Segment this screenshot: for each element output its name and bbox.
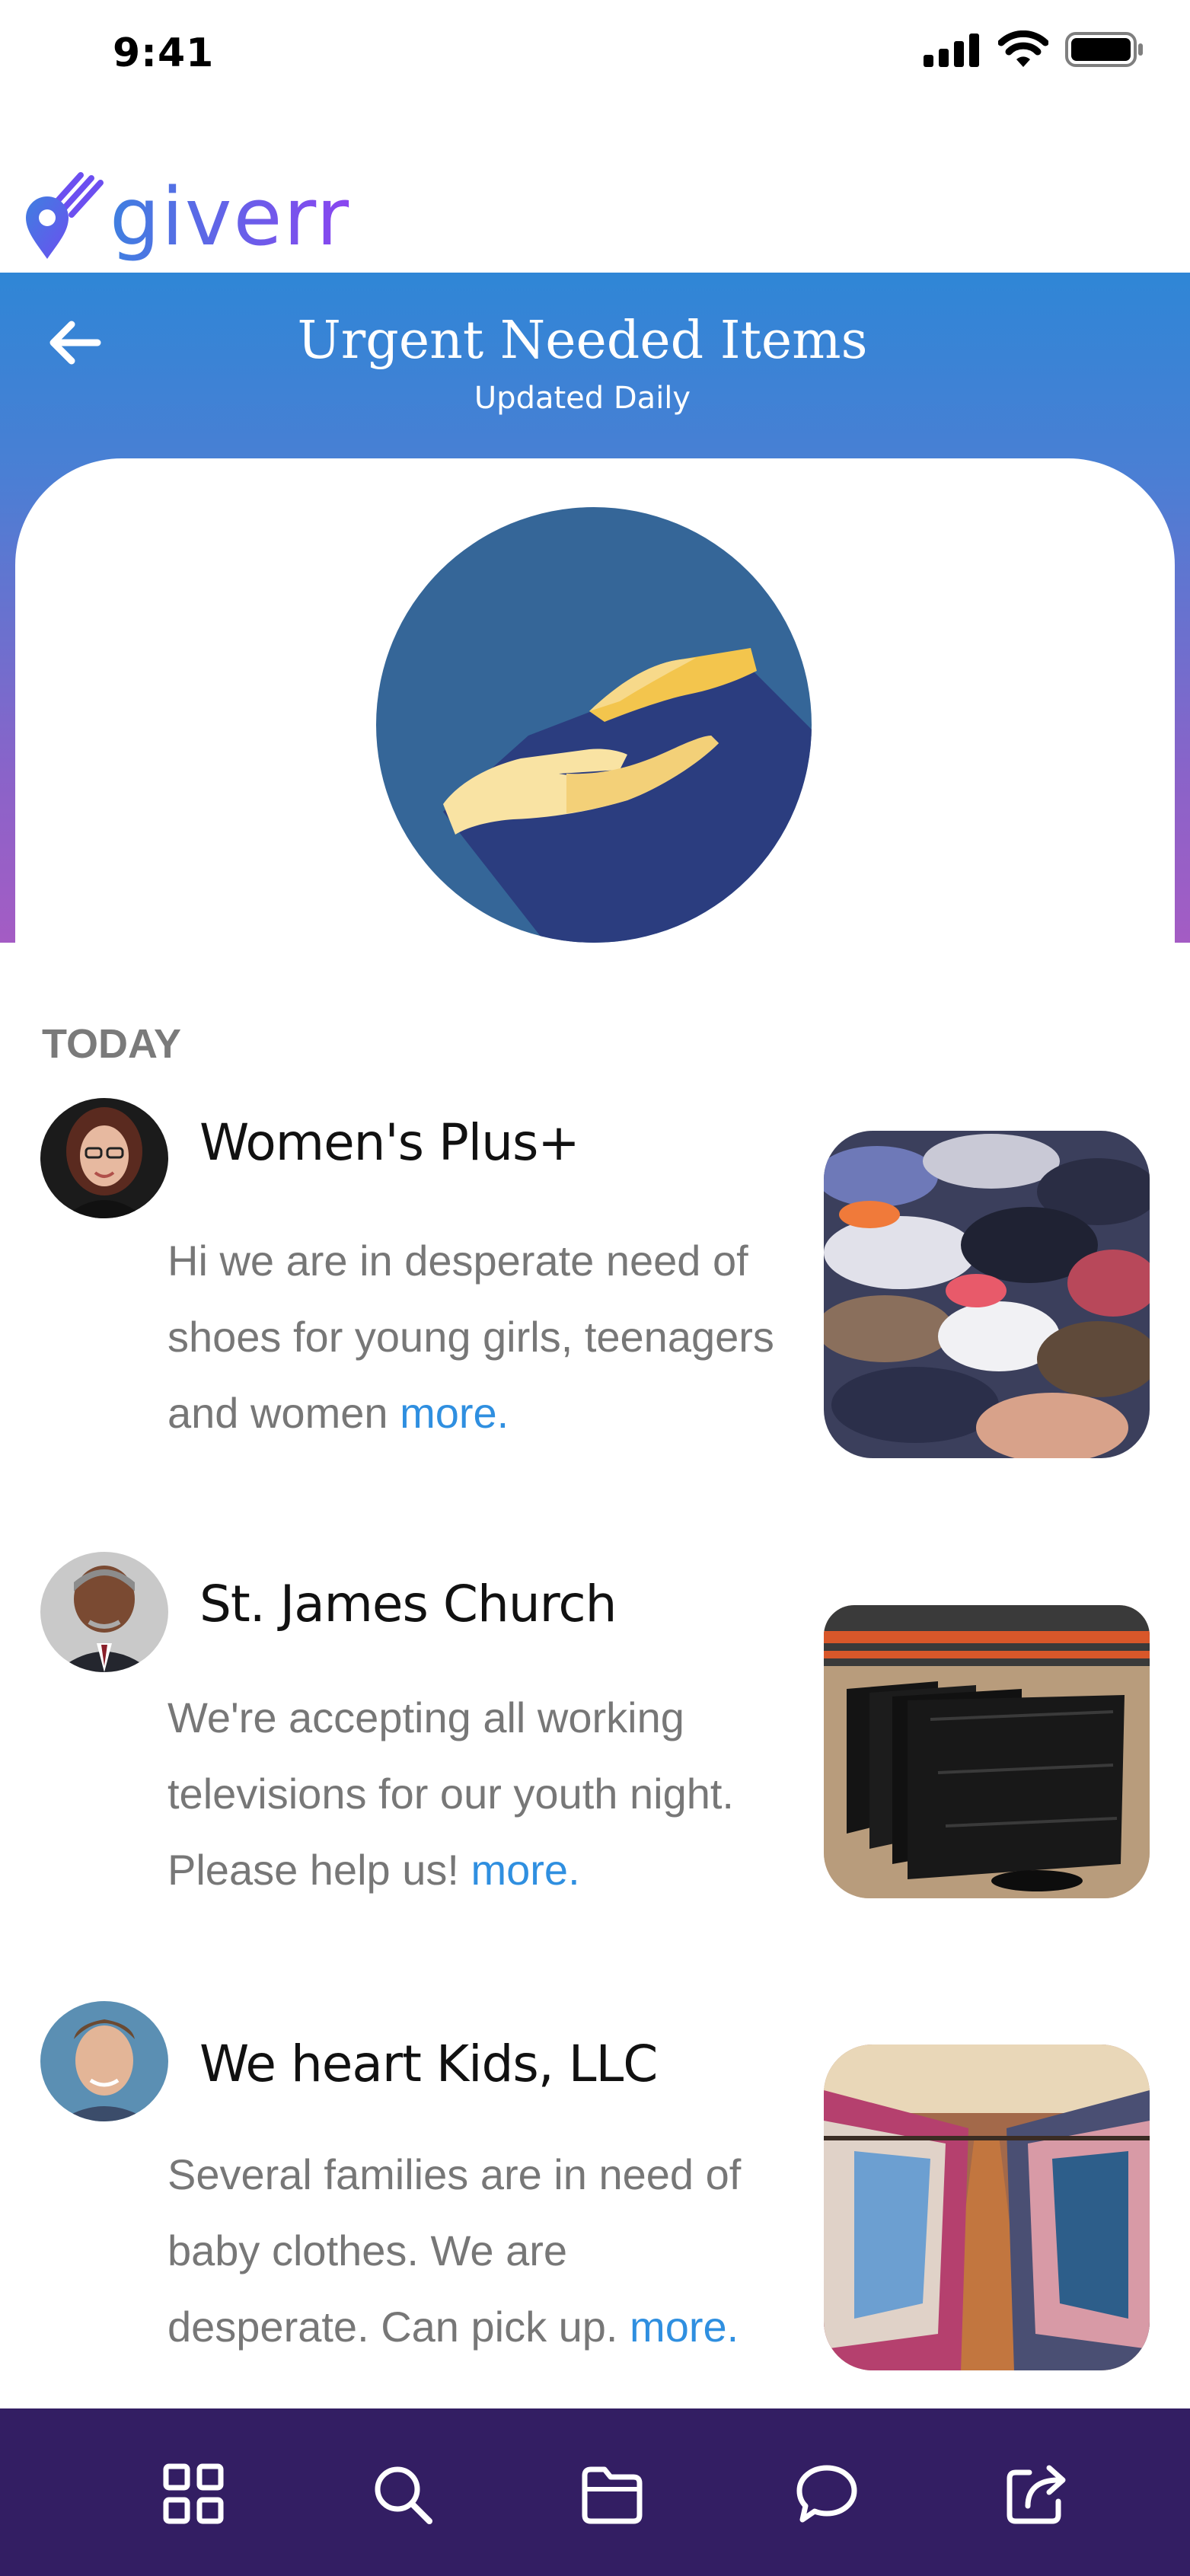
post-image-televisions[interactable] — [824, 1605, 1150, 1898]
post-message: We're accepting all working televisions … — [167, 1680, 777, 1908]
post-message: Several families are in need of baby clo… — [167, 2137, 777, 2365]
avatar[interactable] — [40, 2001, 168, 2121]
giverr-logo[interactable]: giverr — [21, 168, 350, 267]
logo-wordmark: giverr — [110, 171, 351, 263]
status-icons — [924, 30, 1144, 69]
more-link[interactable]: more. — [471, 1846, 579, 1894]
avatar-photo — [40, 1098, 168, 1218]
post-image-shoes[interactable] — [824, 1131, 1150, 1458]
more-link[interactable]: more. — [400, 1389, 509, 1437]
search-icon[interactable] — [370, 2462, 434, 2526]
status-bar: 9:41 — [0, 0, 1190, 114]
post-message: Hi we are in desperate need of shoes for… — [167, 1223, 777, 1451]
page-title: Urgent Needed Items — [297, 311, 868, 371]
more-link[interactable]: more. — [630, 2303, 739, 2351]
location-pin-icon — [26, 172, 104, 259]
post-image-clothes-racks[interactable] — [824, 2045, 1150, 2370]
post-author-name[interactable]: Women's Plus+ — [199, 1113, 580, 1172]
giving-hands-icon — [376, 507, 812, 943]
wifi-icon — [998, 30, 1048, 67]
bottom-navigation — [0, 2408, 1190, 2576]
share-icon[interactable] — [1005, 2462, 1069, 2526]
avatar-photo — [40, 2001, 168, 2121]
chat-icon[interactable] — [795, 2462, 859, 2526]
page-subtitle: Updated Daily — [474, 381, 691, 416]
status-time: 9:41 — [113, 30, 215, 76]
grid-icon[interactable] — [161, 2462, 225, 2526]
post-author-name[interactable]: We heart Kids, LLC — [199, 2035, 658, 2093]
post-author-name[interactable]: St. James Church — [199, 1575, 617, 1633]
folder-icon[interactable] — [580, 2462, 644, 2526]
battery-icon — [1065, 32, 1143, 67]
avatar-photo — [40, 1552, 168, 1672]
avatar[interactable] — [40, 1098, 168, 1218]
section-label-today: TODAY — [42, 1021, 182, 1067]
signal-icon — [924, 34, 979, 67]
avatar[interactable] — [40, 1552, 168, 1672]
post-message-text: We're accepting all working televisions … — [167, 1693, 734, 1894]
